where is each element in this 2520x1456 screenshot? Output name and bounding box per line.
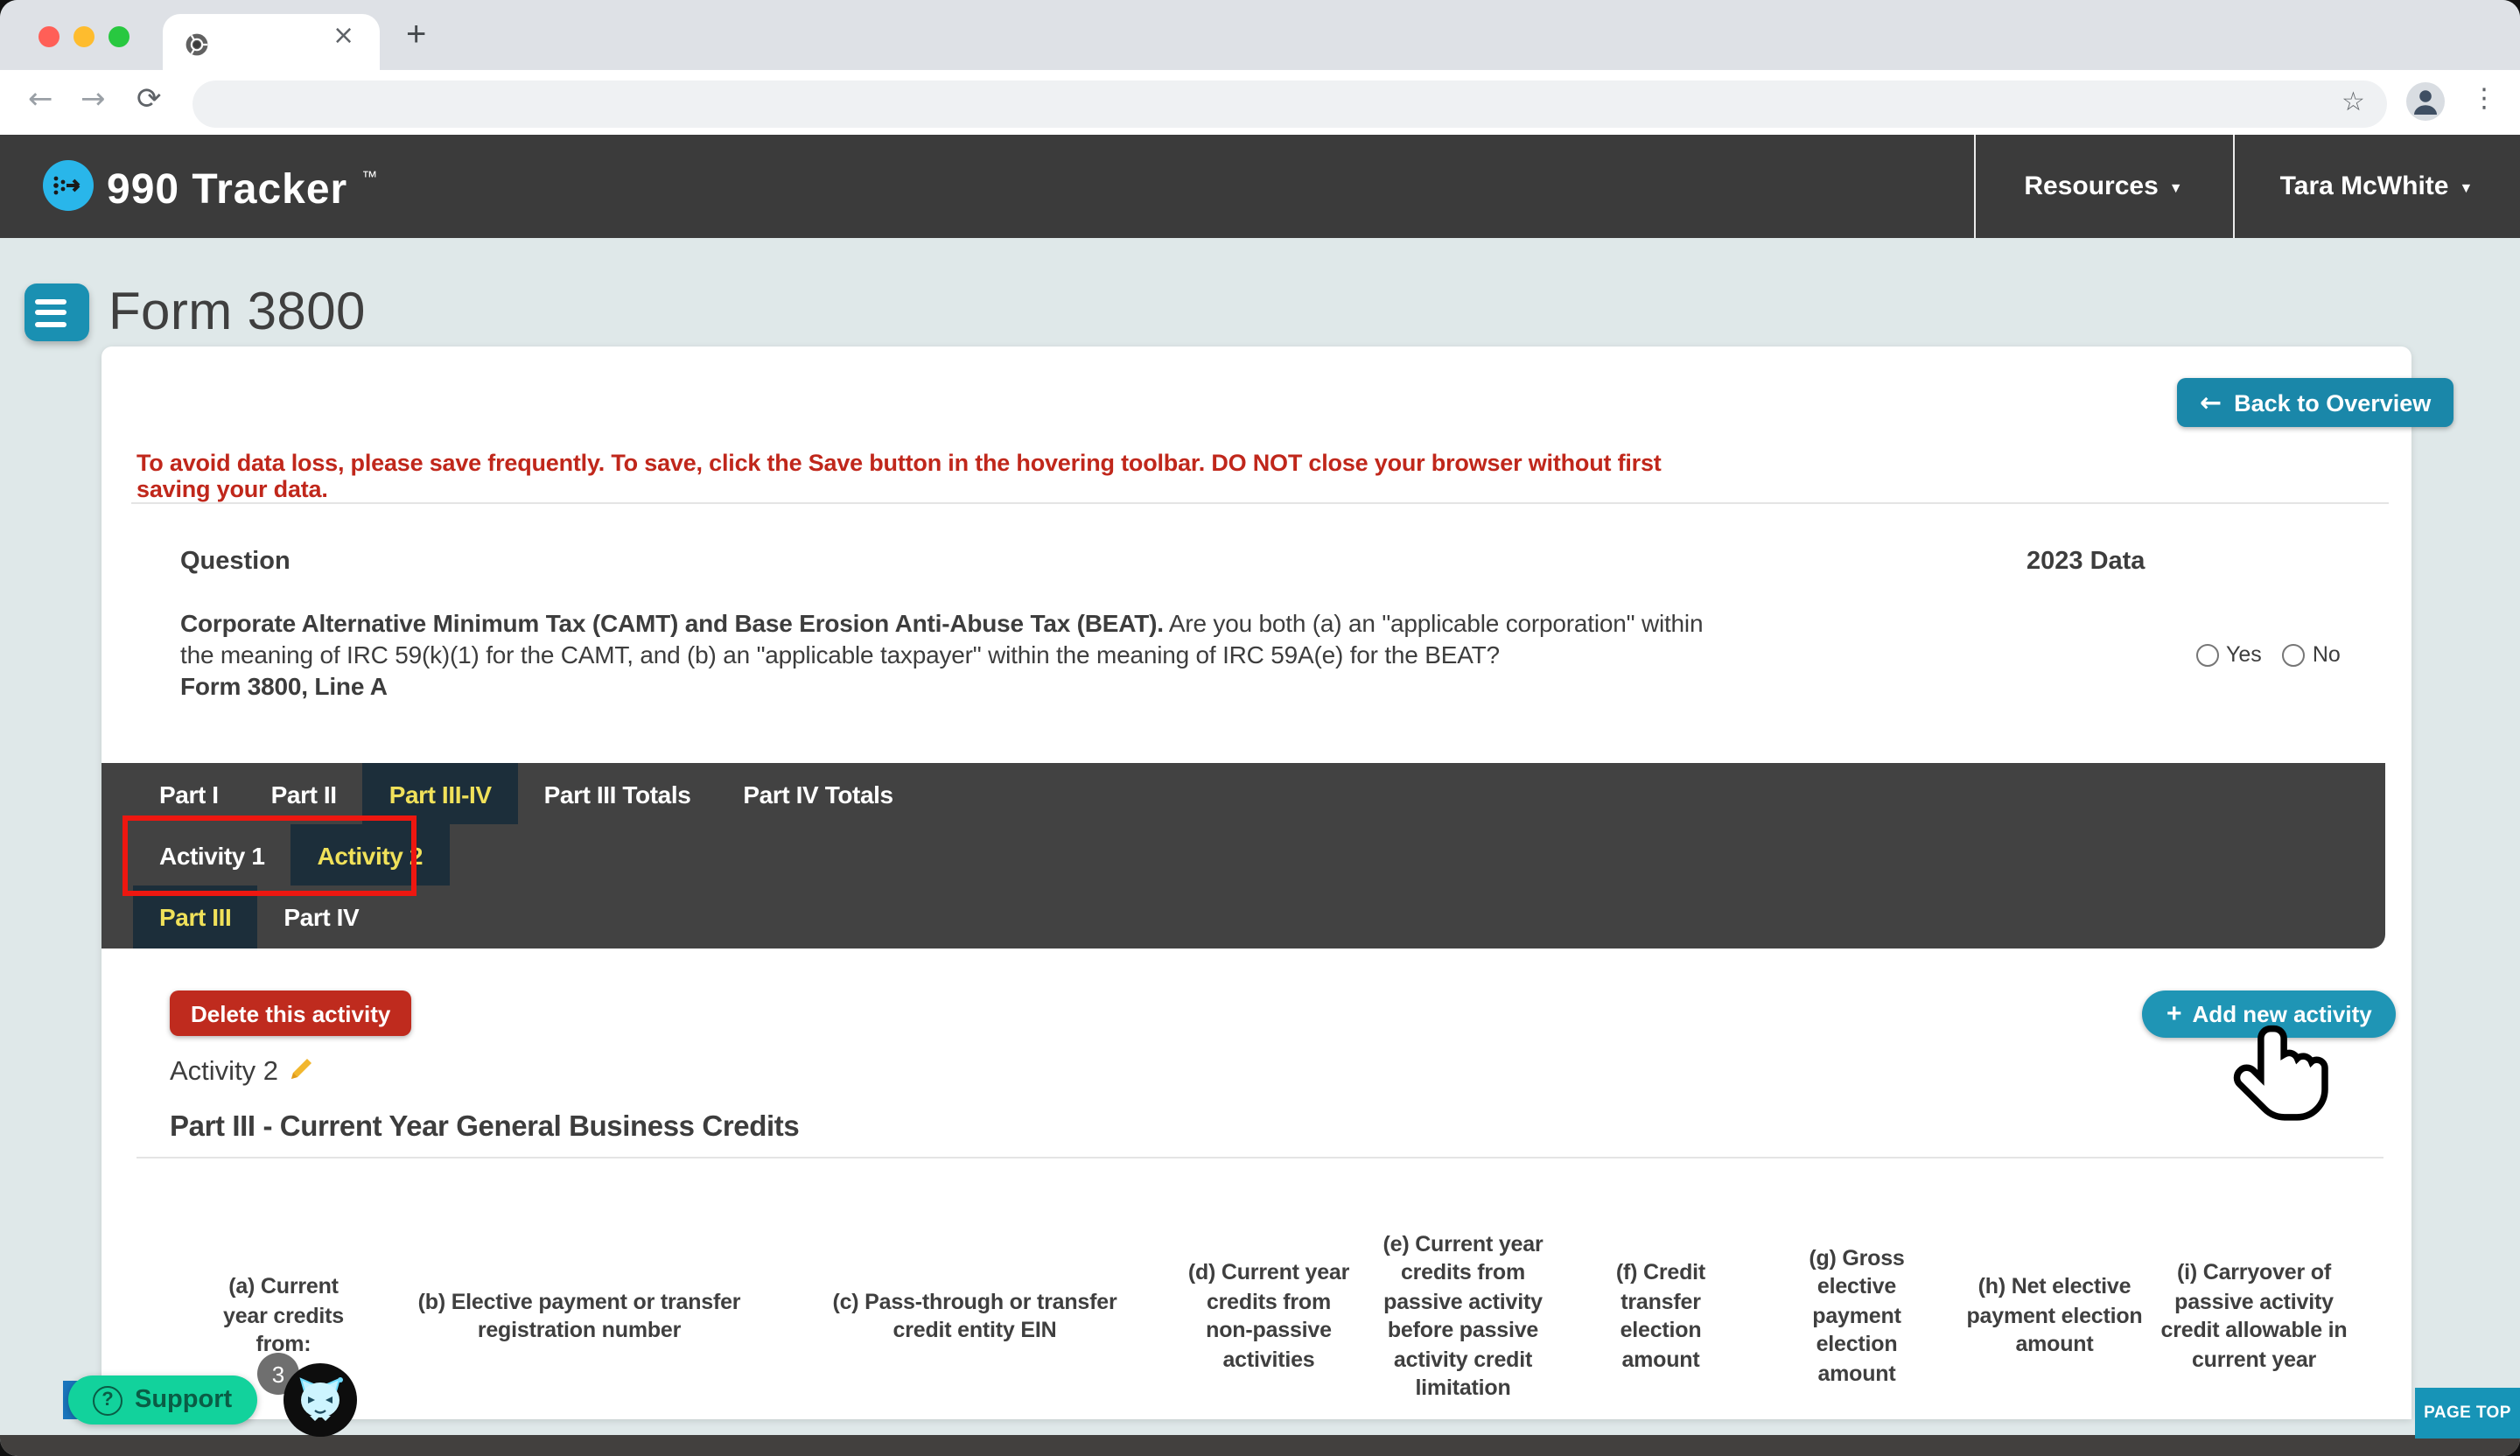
address-bar[interactable] bbox=[192, 80, 2387, 128]
answer-radio-group: Yes No bbox=[2196, 642, 2341, 667]
question-text: Corporate Alternative Minimum Tax (CAMT)… bbox=[180, 609, 1738, 703]
reload-icon[interactable]: ⟳ bbox=[136, 82, 162, 117]
radio-no[interactable]: No bbox=[2283, 642, 2341, 667]
col-header-b: (b) Elective payment or transfer registr… bbox=[406, 1176, 752, 1456]
section-divider bbox=[131, 502, 2389, 504]
radio-yes-circle-icon[interactable] bbox=[2196, 643, 2219, 666]
chrome-favicon-icon bbox=[186, 33, 208, 65]
page-title: Form 3800 bbox=[108, 284, 366, 343]
delete-activity-button[interactable]: Delete this activity bbox=[170, 990, 411, 1036]
save-warning-text: To avoid data loss, please save frequent… bbox=[136, 450, 1712, 502]
activity-title-row: Activity 2 bbox=[170, 1055, 315, 1090]
table-top-divider bbox=[136, 1157, 2384, 1158]
col-header-f: (f) Credit transfer election amount bbox=[1582, 1176, 1740, 1456]
profile-avatar[interactable] bbox=[2406, 82, 2445, 130]
col-header-e: (e) Current year credits from passive ac… bbox=[1370, 1176, 1556, 1456]
part-tabs-row: Part I Part II Part III-IV Part III Tota… bbox=[102, 763, 2385, 824]
window-close-button[interactable] bbox=[38, 26, 60, 47]
question-bold-lead: Corporate Alternative Minimum Tax (CAMT)… bbox=[180, 609, 1164, 637]
forward-icon[interactable]: → bbox=[80, 82, 106, 117]
help-question-icon: ? bbox=[93, 1385, 122, 1415]
data-column-header: 2023 Data bbox=[2026, 548, 2145, 576]
browser-window: × + ← → ⟳ ☆ ⋮ 990 Tracker ™ Resources ▼ bbox=[0, 0, 2520, 1456]
tab-part-4-totals[interactable]: Part IV Totals bbox=[717, 763, 919, 824]
bookmark-star-icon[interactable]: ☆ bbox=[2342, 86, 2365, 117]
browser-menu-icon[interactable]: ⋮ bbox=[2471, 82, 2497, 114]
back-to-overview-label: Back to Overview bbox=[2234, 389, 2431, 416]
question-column-header: Question bbox=[180, 548, 290, 576]
brand-logo-icon bbox=[42, 159, 94, 220]
window-zoom-button[interactable] bbox=[108, 26, 130, 47]
radio-yes-label: Yes bbox=[2226, 642, 2262, 667]
support-button[interactable]: ? Support bbox=[68, 1376, 256, 1424]
edit-pencil-icon[interactable] bbox=[289, 1055, 315, 1090]
plus-icon: + bbox=[2166, 999, 2182, 1029]
annotation-highlight-box bbox=[122, 816, 416, 896]
new-tab-button[interactable]: + bbox=[406, 16, 426, 56]
nav-resources-label: Resources bbox=[2024, 172, 2158, 201]
back-icon[interactable]: ← bbox=[28, 82, 53, 117]
brand-logo[interactable]: 990 Tracker ™ bbox=[42, 159, 375, 220]
question-form-reference: Form 3800, Line A bbox=[180, 672, 1738, 703]
trademark-symbol: ™ bbox=[361, 167, 377, 185]
col-header-c: (c) Pass-through or transfer credit enti… bbox=[802, 1176, 1148, 1456]
col-header-d: (d) Current year credits from non-passiv… bbox=[1186, 1176, 1351, 1456]
pointer-hand-cursor-icon bbox=[2233, 1018, 2338, 1143]
menu-hamburger-button[interactable] bbox=[24, 284, 89, 341]
radio-no-label: No bbox=[2313, 642, 2341, 667]
window-minimize-button[interactable] bbox=[74, 26, 94, 47]
page-top-button[interactable]: PAGE TOP bbox=[2415, 1388, 2520, 1438]
radio-yes[interactable]: Yes bbox=[2196, 642, 2262, 667]
sub-part-tabs-row: Part III Part IV bbox=[102, 886, 2385, 948]
chevron-down-icon: ▼ bbox=[2459, 180, 2473, 196]
col-header-i: (i) Carryover of passive activity credit… bbox=[2156, 1176, 2352, 1456]
radio-no-circle-icon[interactable] bbox=[2283, 643, 2306, 666]
activity-title: Activity 2 bbox=[170, 1057, 278, 1088]
chatbot-cat-avatar[interactable] bbox=[284, 1363, 357, 1437]
part-3-section-title: Part III - Current Year General Business… bbox=[170, 1111, 799, 1144]
nav-resources[interactable]: Resources ▼ bbox=[1974, 135, 2233, 238]
activity-tabs-row: Activity 1 Activity 2 bbox=[102, 824, 2385, 886]
tab-part-3-totals[interactable]: Part III Totals bbox=[518, 763, 718, 824]
col-header-g: (g) Gross elective payment election amou… bbox=[1774, 1176, 1939, 1456]
nav-user-menu[interactable]: Tara McWhite ▼ bbox=[2233, 135, 2520, 238]
support-label: Support bbox=[135, 1386, 232, 1414]
nav-user-label: Tara McWhite bbox=[2280, 172, 2449, 201]
back-arrow-icon: ← bbox=[2200, 387, 2222, 418]
window-bottom-bar bbox=[0, 1435, 2520, 1456]
chevron-down-icon: ▼ bbox=[2169, 180, 2183, 196]
tab-close-icon[interactable]: × bbox=[332, 19, 354, 51]
brand-name: 990 Tracker bbox=[107, 165, 347, 214]
back-to-overview-button[interactable]: ← Back to Overview bbox=[2177, 378, 2454, 427]
col-header-h: (h) Net elective payment election amount bbox=[1962, 1176, 2147, 1456]
